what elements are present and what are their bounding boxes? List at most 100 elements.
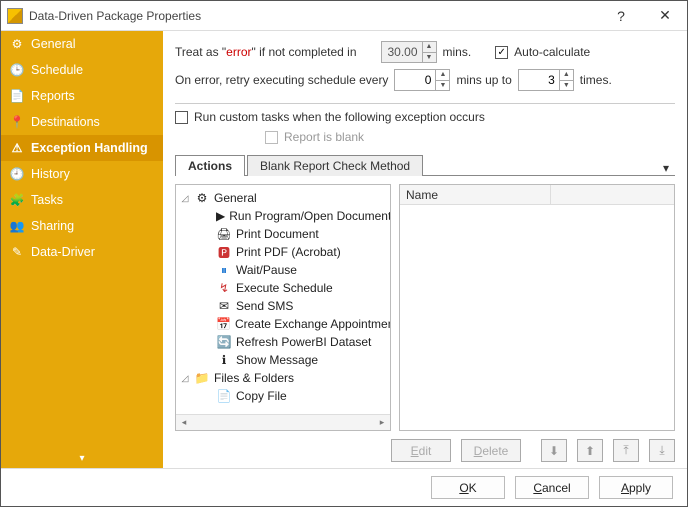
retry-times-spinner[interactable]: ▲▼: [518, 69, 574, 91]
ok-button[interactable]: OK: [431, 476, 505, 499]
tab-blank-report-check-method[interactable]: Blank Report Check Method: [247, 155, 423, 176]
auto-calculate-checkbox[interactable]: ✓: [495, 46, 508, 59]
name-list-body[interactable]: [400, 205, 674, 430]
gear-icon: ⚙: [9, 36, 25, 52]
arrow-bottom-icon: ⤓: [659, 443, 664, 458]
tabs: Actions Blank Report Check Method ▾: [175, 154, 675, 176]
sidebar-item-tasks[interactable]: 🧩 Tasks: [1, 187, 163, 213]
actions-tree-pane: ◿ ⚙ General ▶Run Program/Open Document 🖨…: [175, 184, 391, 431]
collapse-icon[interactable]: ◿: [180, 193, 190, 203]
sidebar-item-label: Reports: [31, 89, 75, 103]
sidebar-item-general[interactable]: ⚙ General: [1, 31, 163, 57]
sidebar-item-schedule[interactable]: 🕒 Schedule: [1, 57, 163, 83]
app-icon: [7, 8, 23, 24]
pin-icon: 📍: [9, 114, 25, 130]
sidebar-item-reports[interactable]: 📄 Reports: [1, 83, 163, 109]
data-icon: ✎: [9, 244, 25, 260]
edit-button: Edit: [391, 439, 451, 462]
sidebar-item-label: History: [31, 167, 70, 181]
retry-times-input[interactable]: [519, 70, 559, 90]
tree-item[interactable]: 🖨Print Document: [180, 225, 388, 243]
sms-icon: ✉: [216, 298, 232, 314]
tree-item[interactable]: ✉Send SMS: [180, 297, 388, 315]
collapse-icon[interactable]: ◿: [180, 373, 190, 383]
content-pane: Treat as "error" if not completed in ▲▼ …: [163, 31, 687, 468]
arrow-down-icon: ⬇: [549, 444, 559, 458]
folder-gear-icon: ⚙: [194, 190, 210, 206]
pause-icon: ⏸: [216, 262, 232, 278]
actions-tree[interactable]: ◿ ⚙ General ▶Run Program/Open Document 🖨…: [176, 185, 390, 414]
sidebar-item-sharing[interactable]: 👥 Sharing: [1, 213, 163, 239]
move-bottom-button: ⤓: [649, 439, 675, 462]
sidebar-item-label: Tasks: [31, 193, 63, 207]
report-icon: 📄: [9, 88, 25, 104]
tree-group-files-folders[interactable]: ◿ 📁 Files & Folders: [180, 369, 388, 387]
sidebar-item-label: Destinations: [31, 115, 100, 129]
arrow-up-icon: ⬆: [585, 444, 595, 458]
dialog-footer: OK Cancel Apply: [1, 468, 687, 506]
share-icon: 👥: [9, 218, 25, 234]
refresh-icon: 🔄: [216, 334, 232, 350]
error-minutes-spinner: ▲▼: [381, 41, 437, 63]
printer-icon: 🖨: [216, 226, 232, 242]
arrow-top-icon: ⤒: [623, 443, 628, 458]
spin-up-icon[interactable]: ▲: [560, 70, 573, 81]
spin-down-icon: ▼: [423, 53, 436, 63]
report-blank-checkbox: [265, 131, 278, 144]
spin-up-icon[interactable]: ▲: [436, 70, 449, 81]
tree-item[interactable]: ↯Execute Schedule: [180, 279, 388, 297]
delete-button: Delete: [461, 439, 521, 462]
report-blank-label: Report is blank: [284, 130, 364, 144]
execute-icon: ↯: [216, 280, 232, 296]
tree-item[interactable]: ℹShow Message: [180, 351, 388, 369]
tree-item[interactable]: 📅Create Exchange Appointment: [180, 315, 388, 333]
mins-up-to-label: mins up to: [456, 73, 511, 87]
cancel-button[interactable]: Cancel: [515, 476, 589, 499]
sidebar-item-label: Exception Handling: [31, 141, 148, 155]
sidebar-item-label: General: [31, 37, 75, 51]
sidebar-collapse[interactable]: ▾: [1, 453, 163, 464]
sidebar-item-exception-handling[interactable]: ⚠ Exception Handling: [1, 135, 163, 161]
tree-group-general[interactable]: ◿ ⚙ General: [180, 189, 388, 207]
tabs-dropdown-icon[interactable]: ▾: [657, 161, 675, 175]
name-column-header[interactable]: Name: [406, 185, 551, 204]
tasks-icon: 🧩: [9, 192, 25, 208]
custom-tasks-checkbox[interactable]: [175, 111, 188, 124]
retry-every-spinner[interactable]: ▲▼: [394, 69, 450, 91]
spin-down-icon[interactable]: ▼: [560, 81, 573, 91]
tree-hscrollbar[interactable]: ◂ ▸: [176, 414, 390, 430]
separator: [175, 103, 675, 104]
tab-actions[interactable]: Actions: [175, 155, 245, 176]
scroll-left-icon[interactable]: ◂: [176, 415, 192, 430]
tree-item[interactable]: 🅿Print PDF (Acrobat): [180, 243, 388, 261]
spin-down-icon[interactable]: ▼: [436, 81, 449, 91]
scroll-right-icon[interactable]: ▸: [374, 415, 390, 430]
message-icon: ℹ: [216, 352, 232, 368]
name-list-pane: Name: [399, 184, 675, 431]
retry-every-input[interactable]: [395, 70, 435, 90]
tree-item[interactable]: ⏸Wait/Pause: [180, 261, 388, 279]
sidebar-item-label: Sharing: [31, 219, 74, 233]
window-title: Data-Driven Package Properties: [29, 9, 599, 23]
sidebar-item-history[interactable]: 🕘 History: [1, 161, 163, 187]
apply-button[interactable]: Apply: [599, 476, 673, 499]
name-list-header: Name: [400, 185, 674, 205]
close-button[interactable]: ✕: [643, 1, 687, 31]
pdf-icon: 🅿: [216, 244, 232, 260]
tree-item[interactable]: 📄Copy File: [180, 387, 388, 405]
error-minutes-input: [382, 42, 422, 62]
tree-group-label: General: [214, 191, 257, 205]
sidebar-item-data-driver[interactable]: ✎ Data-Driver: [1, 239, 163, 265]
move-top-button: ⤒: [613, 439, 639, 462]
tree-item[interactable]: ▶Run Program/Open Document: [180, 207, 388, 225]
times-label: times.: [580, 73, 612, 87]
tree-group-label: Files & Folders: [214, 371, 294, 385]
custom-tasks-label: Run custom tasks when the following exce…: [194, 110, 485, 124]
clock-icon: 🕒: [9, 62, 25, 78]
sidebar: ⚙ General 🕒 Schedule 📄 Reports 📍 Destina…: [1, 31, 163, 468]
folder-icon: 📁: [194, 370, 210, 386]
tree-item[interactable]: 🔄Refresh PowerBI Dataset: [180, 333, 388, 351]
sidebar-item-label: Schedule: [31, 63, 83, 77]
help-button[interactable]: ?: [599, 1, 643, 31]
sidebar-item-destinations[interactable]: 📍 Destinations: [1, 109, 163, 135]
